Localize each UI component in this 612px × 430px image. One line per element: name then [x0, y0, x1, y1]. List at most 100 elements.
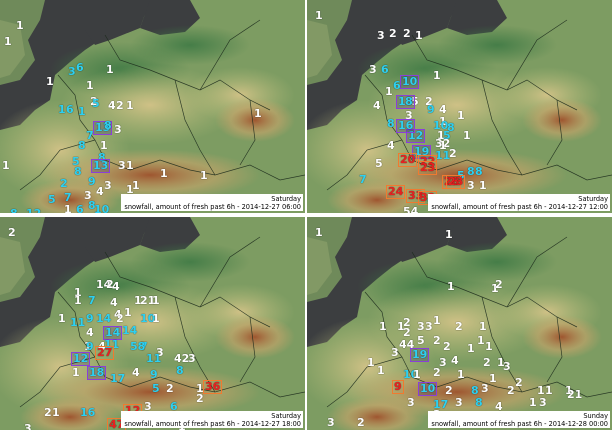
snow-amount-label: 4 [86, 326, 94, 339]
snow-amount-label: 36 [202, 380, 223, 394]
snow-amount-label: 1 [160, 167, 168, 180]
snow-amount-label: 9 [150, 368, 158, 381]
snow-amount-label: 20 [397, 153, 418, 167]
map-caption: Sunday snowfall, amount of fresh past 6h… [428, 411, 610, 428]
snow-amount-label: 10 [399, 75, 420, 89]
caption-text: snowfall, amount of fresh past 6h - 2014… [124, 203, 301, 211]
snow-amount-label: 3 [503, 360, 511, 373]
snow-amount-label: 3 [188, 352, 196, 365]
snow-labels: 1 1 1 2 1 1 1 2 3 3 1 2 1 2 44 5 2 2 1 1 3 19 3 4 1 2 1 1 1 10 1 2 1 1 3 2 1… [307, 217, 612, 430]
snow-amount-label: 8 [10, 208, 18, 214]
map-panel-3: 2 14 2 1 4 1 7 4 1 1 4 21 1 1 11 9 14 10 2 1 4 14 14 4 1 9 11 7 58 3 1… [0, 217, 305, 430]
snow-amount-label: 6 [393, 79, 401, 92]
snow-amount-label: 1 [254, 107, 262, 120]
snow-amount-label: 1 [2, 159, 10, 172]
map-panel-4: 1 1 1 2 1 1 1 2 3 3 1 2 1 2 44 5 2 2 1 1 3 19 3 4 1 2 1 1 1 10 1 2 1 1 3 2 1… [307, 217, 612, 430]
snow-amount-label: 1 [86, 79, 94, 92]
snow-amount-label: 3 [481, 382, 489, 395]
snow-amount-label: 1 [485, 340, 493, 353]
caption-text: snowfall, amount of fresh past 6h - 2014… [431, 420, 608, 428]
snow-amount-label: 4 [108, 99, 116, 112]
snow-amount-label: 5 [152, 382, 160, 395]
snow-amount-label: 6 [76, 61, 84, 74]
snow-amount-label: 1 [439, 139, 447, 152]
snow-amount-label: 10 [94, 203, 110, 214]
snow-amount-label: 1 [377, 364, 385, 377]
snow-amount-label: 5 [375, 157, 383, 170]
snow-amount-label: 1 [315, 226, 323, 239]
snow-amount-label: 3 [369, 63, 377, 76]
map-caption: Saturday snowfall, amount of fresh past … [121, 411, 303, 428]
snow-amount-label: 7 [359, 173, 367, 186]
snow-amount-label: 9 [86, 312, 94, 325]
snow-amount-label: 18 [86, 366, 107, 380]
snow-amount-label: 1 [479, 179, 487, 192]
snow-amount-label: 2 [433, 366, 441, 379]
snow-amount-label: 1 [4, 35, 12, 48]
snow-amount-label: 23 [445, 175, 466, 189]
snow-amount-label: 23 [417, 161, 438, 175]
snow-amount-label: 1 [52, 406, 60, 419]
map-caption: Saturday snowfall, amount of fresh past … [121, 194, 303, 211]
snow-amount-label: 1 [315, 9, 323, 22]
snow-amount-label: 2 [455, 320, 463, 333]
snow-amount-label: 21 [567, 388, 583, 401]
snow-amount-label: 9 [88, 175, 96, 188]
snow-amount-label: 3 [467, 179, 475, 192]
snow-amount-label: 2 [44, 406, 52, 419]
map-panel-2: 1 3 2 2 1 3 6 5 1 10 6 2 1 4 1 13 8 9 4 1 3 12 1 8 16 10 8 5 1 4 19 32 1… [307, 0, 612, 213]
snow-amount-label: 8 [467, 165, 475, 178]
snow-amount-label: 1 [385, 85, 393, 98]
snow-amount-label: 2 [116, 99, 124, 112]
snow-amount-label: 3 [24, 422, 32, 430]
caption-day: Saturday [271, 412, 301, 420]
snow-amount-label: 8 [405, 95, 413, 108]
snow-amount-label: 1 [477, 334, 485, 347]
snow-amount-label: 2 [166, 382, 174, 395]
snow-amount-label: 4 [387, 139, 395, 152]
snow-amount-label: 4 [439, 103, 447, 116]
snow-amount-label: 4 [96, 185, 104, 198]
snow-amount-label: 10 [417, 382, 438, 396]
snow-amount-label: 1 [46, 75, 54, 88]
caption-day: Sunday [583, 412, 608, 420]
snow-amount-label: 1 [126, 159, 134, 172]
snow-amount-label: 2 [357, 416, 365, 429]
snow-amount-label: 1 [463, 129, 471, 142]
snow-amount-label: 3 [425, 320, 433, 333]
snow-amount-label: 3 [377, 29, 385, 42]
snow-amount-label: 1 [433, 314, 441, 327]
snow-amount-label: 11 [146, 352, 162, 365]
snow-amount-label: 1 [479, 320, 487, 333]
snow-amount-label: 2 [60, 177, 68, 190]
snow-amount-label: 4 [451, 354, 459, 367]
snow-amount-label: 27 [94, 346, 115, 360]
snow-amount-label: 6 [76, 203, 84, 214]
snow-amount-label: 2 [495, 278, 503, 291]
snow-amount-label: 58 [130, 340, 146, 353]
snow-amount-label: 5 [92, 97, 100, 110]
caption-text: snowfall, amount of fresh past 6h - 2014… [124, 420, 301, 428]
snow-amount-label: 1 [447, 280, 455, 293]
snow-amount-label: 2 [445, 384, 453, 397]
snow-amount-label: 1 [152, 312, 160, 325]
snow-amount-label: 7 [86, 129, 94, 142]
map-panel-1: 1 1 3 6 1 1 2 1 1 6 5 1 7 8 4 2 1 1 13 8 3 5 1 9 8 2 8 13 3 1 7 3 4 3 8 6 1 1… [0, 0, 305, 213]
snow-amount-label: 9 [392, 380, 404, 394]
snow-amount-label: 1 [126, 99, 134, 112]
snow-amount-label: 5 [48, 193, 56, 206]
snow-amount-label: 8 [78, 139, 86, 152]
snow-amount-label: 1 [413, 368, 421, 381]
snow-amount-label: 1 [529, 396, 537, 409]
snow-amount-label: 14 [122, 324, 138, 337]
snow-amount-label: 17 [110, 372, 126, 385]
snow-amount-label: 3 [327, 416, 335, 429]
snow-amount-label: 5 [417, 334, 425, 347]
caption-text: snowfall, amount of fresh past 6h - 2014… [431, 203, 608, 211]
snow-amount-label: 1 [64, 203, 72, 214]
snow-amount-label: 1 [72, 366, 80, 379]
snow-amount-label: 2 [443, 340, 451, 353]
snow-amount-label: 4 [112, 280, 120, 293]
snow-amount-label: 1 [379, 320, 387, 333]
snow-amount-label: 9 [427, 103, 435, 116]
